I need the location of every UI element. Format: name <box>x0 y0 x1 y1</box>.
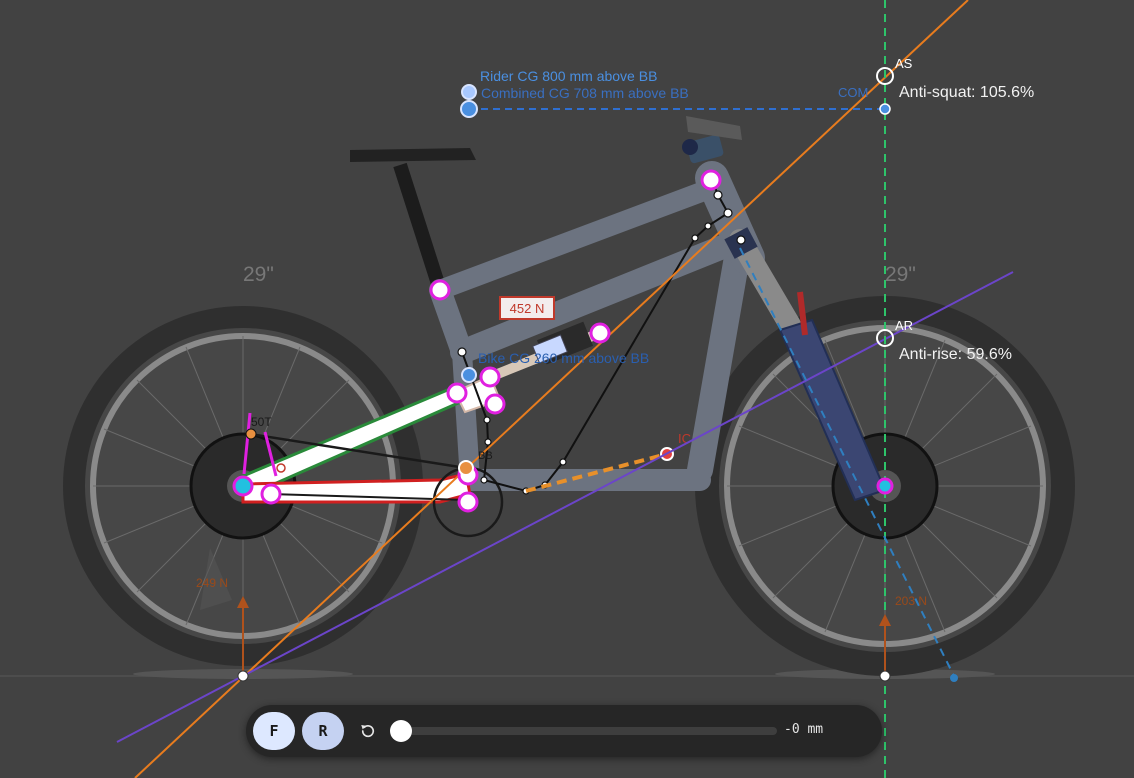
bb-label: BB <box>478 450 493 462</box>
combined-cg-tag: COM <box>838 85 868 100</box>
cockpit <box>682 116 742 164</box>
rider-cg-label: Rider CG 800 mm above BB <box>480 68 657 84</box>
ar-label: AR <box>895 318 913 333</box>
travel-slider-thumb[interactable] <box>390 720 412 742</box>
seatstay-link-pivot-handle[interactable] <box>446 382 468 404</box>
front-force-label: 203 N <box>895 594 927 608</box>
combined-cg-marker[interactable] <box>460 100 478 118</box>
travel-toolbar: F R -0 mm <box>246 705 882 757</box>
as-label: AS <box>895 56 913 71</box>
travel-readout: -0 mm <box>784 722 824 737</box>
chainstay-pivot-handle[interactable] <box>260 483 282 505</box>
anti-rise-readout: Anti-rise: 59.6% <box>899 346 1012 363</box>
anti-squat-readout: Anti-squat: 105.6% <box>899 84 1034 101</box>
front-wheel-size-label: 29" <box>885 263 916 286</box>
cg-front-marker <box>879 103 891 115</box>
front-axle-handle[interactable] <box>876 477 894 495</box>
cog-teeth-label: 50T <box>251 415 272 429</box>
head-tube-top-handle[interactable] <box>700 169 722 191</box>
steering-axis-ground-point <box>950 674 958 682</box>
combined-cg-label: Combined CG 708 mm above BB <box>481 85 689 101</box>
suspension-canvas: IC Rider CG 800 mm above BB Combined CG … <box>0 0 1134 778</box>
rocker-frame-pivot-handle[interactable] <box>484 393 506 415</box>
rear-force-label: 249 N <box>196 576 228 590</box>
shock-rear-mount-handle[interactable] <box>479 366 501 388</box>
bike-cg-label: Bike CG 260 mm above BB <box>478 350 649 366</box>
travel-slider-track[interactable] <box>401 727 777 735</box>
shock-force-label: 452 N <box>510 301 545 316</box>
rear-suspension-button[interactable]: R <box>302 712 344 750</box>
rider-cg-marker[interactable] <box>461 84 477 100</box>
front-suspension-button[interactable]: F <box>253 712 295 750</box>
rear-wheel-size-label: 29" <box>243 263 274 286</box>
rear-axle-handle[interactable] <box>232 475 254 497</box>
front-contact-point <box>879 670 891 682</box>
bike-cg-marker[interactable] <box>461 367 477 383</box>
lower-link-pivot-handle[interactable] <box>457 491 479 513</box>
bottom-bracket-marker[interactable] <box>458 460 474 476</box>
seat-tube-pivot-handle[interactable] <box>429 279 451 301</box>
reset-icon[interactable] <box>356 719 380 743</box>
shock-front-mount-handle[interactable] <box>589 322 611 344</box>
derailleur-pivot[interactable] <box>245 428 257 440</box>
rear-contact-point <box>237 670 249 682</box>
